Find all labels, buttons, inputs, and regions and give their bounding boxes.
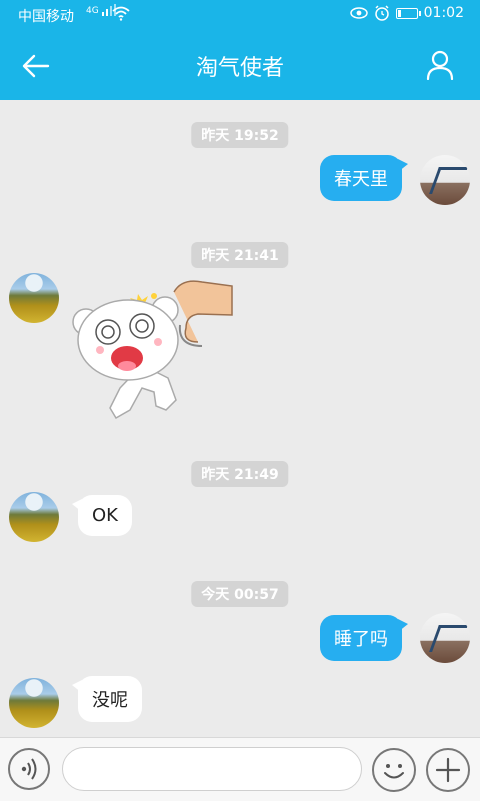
plus-icon — [435, 757, 461, 783]
voice-icon — [21, 758, 37, 780]
message-input[interactable] — [62, 747, 362, 791]
carrier-name: 中国移动 — [18, 9, 74, 25]
eye-icon — [349, 7, 368, 19]
network-label: 4G — [86, 6, 99, 16]
clock: 01:02 — [423, 5, 464, 21]
more-button[interactable] — [426, 748, 470, 792]
incoming-message[interactable]: 没呢 — [72, 676, 142, 722]
contact-avatar[interactable] — [9, 273, 59, 323]
outgoing-message[interactable]: 睡了吗 — [320, 615, 408, 661]
bear-sticker[interactable] — [70, 270, 235, 425]
voice-button[interactable] — [8, 748, 50, 790]
status-right: 01:02 — [349, 5, 464, 21]
battery-level — [397, 9, 401, 17]
emoji-button[interactable] — [372, 748, 416, 792]
self-avatar[interactable] — [420, 155, 470, 205]
timestamp-badge: 昨天 19:52 — [191, 122, 289, 148]
alarm-icon — [374, 5, 389, 21]
self-avatar[interactable] — [420, 613, 470, 663]
timestamp-badge: 昨天 21:49 — [191, 461, 289, 487]
battery-icon — [395, 7, 421, 19]
nav-bar: 淘气使者 — [0, 30, 480, 100]
chat-title: 淘气使者 — [195, 56, 284, 81]
contact-avatar[interactable] — [9, 678, 59, 728]
timestamp-badge: 今天 00:57 — [191, 581, 289, 607]
smiley-icon — [384, 764, 404, 779]
person-icon[interactable] — [426, 50, 454, 80]
contact-avatar[interactable] — [9, 492, 59, 542]
timestamp-badge: 昨天 21:41 — [191, 242, 289, 268]
outgoing-message[interactable]: 春天里 — [320, 155, 408, 201]
input-bar — [0, 737, 480, 801]
wifi-icon — [112, 6, 130, 21]
chat-area[interactable]: 昨天 19:52 春天里 昨天 21:41 昨天 21:49 OK 今天 00:… — [0, 100, 480, 737]
status-bar: 中国移动 4G 01:02 — [0, 0, 480, 30]
incoming-message[interactable]: OK — [72, 495, 132, 536]
